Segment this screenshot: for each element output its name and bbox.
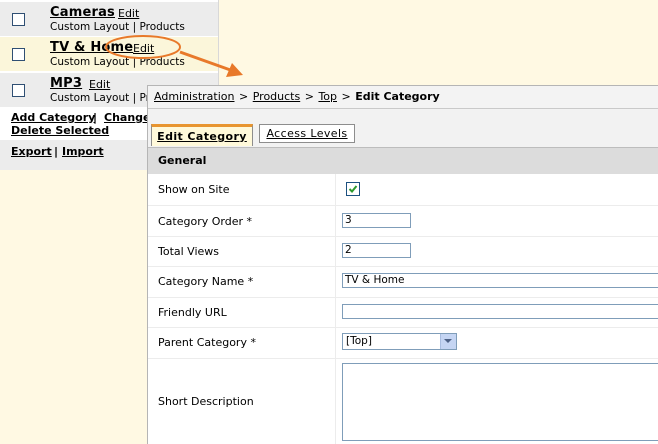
parent-category-value: [Top] bbox=[346, 335, 372, 347]
breadcrumb-separator: > bbox=[304, 90, 314, 103]
edit-category-panel: Administration > Products > Top > Edit C… bbox=[147, 85, 658, 444]
total-views-label: Total Views bbox=[158, 245, 220, 258]
import-link[interactable]: Import bbox=[62, 145, 104, 158]
category-name-link[interactable]: Cameras bbox=[50, 5, 115, 20]
row-checkbox[interactable] bbox=[12, 84, 25, 97]
action-separator: | bbox=[54, 145, 59, 158]
section-header-general: General bbox=[148, 147, 658, 174]
category-edit-link[interactable]: Edit bbox=[89, 78, 110, 91]
category-name-label: Category Name * bbox=[158, 275, 254, 288]
breadcrumb-separator: > bbox=[239, 90, 249, 103]
export-link[interactable]: Export bbox=[11, 145, 52, 158]
field-divider bbox=[335, 237, 336, 266]
checkmark-icon bbox=[348, 185, 358, 193]
short-description-label: Short Description bbox=[158, 395, 254, 408]
short-description-textarea[interactable] bbox=[342, 363, 658, 441]
row-checkbox[interactable] bbox=[12, 13, 25, 26]
category-row-tv-home: TV & Home Edit Custom Layout | Products bbox=[0, 37, 218, 71]
category-name-link[interactable]: TV & Home bbox=[50, 40, 133, 55]
field-row-short-description: Short Description bbox=[148, 359, 658, 444]
delete-selected-link[interactable]: Delete Selected bbox=[11, 124, 109, 137]
category-edit-link[interactable]: Edit bbox=[118, 7, 139, 20]
field-divider bbox=[335, 174, 336, 205]
category-subtitle: Custom Layout | Products bbox=[50, 21, 185, 33]
tab-bar: Edit Category Access Levels bbox=[148, 109, 658, 147]
section-title: General bbox=[158, 154, 207, 167]
friendly-url-input[interactable] bbox=[342, 304, 658, 319]
breadcrumb-products[interactable]: Products bbox=[253, 90, 301, 103]
add-category-link[interactable]: Add Category bbox=[11, 111, 95, 124]
show-on-site-checkbox[interactable] bbox=[346, 182, 360, 196]
field-divider bbox=[335, 267, 336, 297]
tab-access-levels[interactable]: Access Levels bbox=[259, 124, 355, 143]
field-row-friendly-url: Friendly URL bbox=[148, 298, 658, 328]
field-divider bbox=[335, 206, 336, 236]
category-edit-link[interactable]: Edit bbox=[133, 42, 154, 55]
parent-category-select[interactable]: [Top] bbox=[342, 333, 457, 350]
breadcrumb-separator: > bbox=[341, 90, 351, 103]
friendly-url-label: Friendly URL bbox=[158, 306, 227, 319]
dropdown-button[interactable] bbox=[440, 334, 456, 349]
field-row-show-on-site: Show on Site bbox=[148, 174, 658, 206]
field-row-total-views: Total Views 2 bbox=[148, 237, 658, 267]
category-order-input[interactable]: 3 bbox=[342, 213, 411, 228]
action-separator: | bbox=[93, 111, 98, 124]
tab-edit-category[interactable]: Edit Category bbox=[151, 124, 253, 146]
parent-category-label: Parent Category * bbox=[158, 336, 256, 349]
category-name-input[interactable]: TV & Home bbox=[342, 273, 658, 288]
show-on-site-label: Show on Site bbox=[158, 183, 230, 196]
category-row-cameras: Cameras Edit Custom Layout | Products bbox=[0, 2, 218, 36]
field-divider bbox=[335, 328, 336, 358]
breadcrumb-current: Edit Category bbox=[355, 90, 440, 103]
field-row-category-order: Category Order * 3 bbox=[148, 206, 658, 237]
field-divider bbox=[335, 359, 336, 444]
category-name-link[interactable]: MP3 bbox=[50, 76, 82, 91]
breadcrumb: Administration > Products > Top > Edit C… bbox=[148, 86, 658, 109]
change-link[interactable]: Change bbox=[104, 111, 151, 124]
field-divider bbox=[335, 298, 336, 327]
field-row-category-name: Category Name * TV & Home bbox=[148, 267, 658, 298]
field-row-parent-category: Parent Category * [Top] bbox=[148, 328, 658, 359]
callout-arrow-head bbox=[226, 63, 243, 77]
category-order-label: Category Order * bbox=[158, 215, 252, 228]
category-subtitle: Custom Layout | Products bbox=[50, 56, 185, 68]
chevron-down-icon bbox=[444, 339, 452, 343]
breadcrumb-top[interactable]: Top bbox=[318, 90, 337, 103]
row-checkbox[interactable] bbox=[12, 48, 25, 61]
total-views-input[interactable]: 2 bbox=[342, 243, 411, 258]
category-subtitle: Custom Layout | Pro bbox=[50, 92, 157, 104]
breadcrumb-administration[interactable]: Administration bbox=[154, 90, 235, 103]
